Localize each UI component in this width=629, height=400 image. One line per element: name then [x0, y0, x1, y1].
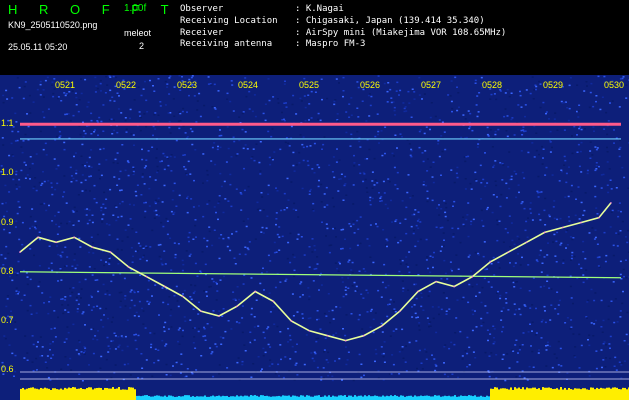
trace-point: [435, 280, 437, 283]
trace-point: [525, 241, 528, 244]
version-label: 1.00f: [124, 3, 147, 14]
trace-point: [308, 330, 311, 332]
trace-point: [272, 300, 275, 303]
trace-point: [254, 290, 256, 293]
x-tick-label: 0526: [360, 80, 381, 90]
info-row-receiver: Receiver: AirSpy mini (Miakejima VOR 108…: [180, 27, 507, 38]
x-tick-label: 0530: [604, 80, 625, 90]
trace-point: [200, 310, 202, 312]
x-tick-label: 0522: [116, 80, 137, 90]
x-tick-label: 0525: [299, 80, 320, 90]
trace-point: [381, 325, 383, 327]
file-name: KN9_2505110520.png: [8, 20, 98, 30]
trace-point: [489, 261, 492, 263]
trace-point: [91, 246, 94, 248]
x-tick-label: 0527: [421, 80, 442, 90]
meleot-label: meleot: [124, 28, 152, 38]
trace-point: [561, 226, 564, 229]
trace-point: [73, 236, 76, 239]
trace-point: [145, 275, 148, 278]
y-tick-label: 0.6: [1, 364, 14, 375]
trace-point: [610, 202, 612, 204]
info-row-antenna: Receiving antenna: Maspro FM-3: [180, 39, 366, 50]
trace-point: [182, 295, 184, 298]
trace-point: [471, 275, 474, 278]
station-info: Observer: K.Nagai Receiving Location: Ch…: [180, 4, 506, 51]
x-tick-label: 0521: [55, 80, 76, 90]
trace-point: [37, 236, 39, 239]
trace-point: [453, 285, 455, 288]
trace-point: [399, 310, 401, 312]
trace-point: [236, 305, 238, 308]
y-tick-label: 0.8: [1, 265, 14, 276]
trace-point: [163, 285, 166, 288]
info-row-location: Receiving Location: Chigasaki, Japan (13…: [180, 15, 485, 26]
trace-point: [127, 266, 130, 268]
header-panel: H R O F F T 1.00f KN9_2505110520.png 25.…: [0, 0, 629, 75]
app-logo: H R O F F T: [8, 2, 178, 17]
trace-point: [417, 290, 419, 293]
timestamp: 25.05.11 05:20: [8, 42, 68, 52]
trace-point: [598, 216, 600, 219]
y-tick-label: 1.0: [1, 167, 14, 178]
trace-point: [19, 251, 21, 253]
meleot-value: 2: [139, 41, 145, 51]
x-tick-label: 0528: [482, 80, 503, 90]
trace-point: [55, 241, 57, 244]
trace-point: [218, 315, 220, 317]
trace-point: [579, 221, 582, 224]
trace-point: [362, 334, 365, 337]
spectrogram-plot: [0, 75, 629, 400]
trace-point: [344, 339, 347, 342]
x-tick-label: 0524: [238, 80, 259, 90]
trace-point: [326, 334, 329, 337]
x-tick-label: 0529: [543, 80, 564, 90]
y-tick-label: 0.9: [1, 216, 14, 227]
x-tick-label: 0523: [177, 80, 198, 90]
trace-point: [290, 320, 293, 322]
y-tick-label: 0.7: [1, 314, 14, 325]
trace-point: [109, 251, 112, 253]
trace-point: [507, 251, 510, 253]
spectrogram-svg: [0, 75, 629, 400]
info-row-observer: Observer: K.Nagai: [180, 4, 344, 14]
y-tick-label: 1.1: [1, 118, 14, 129]
trace-point: [543, 231, 546, 234]
